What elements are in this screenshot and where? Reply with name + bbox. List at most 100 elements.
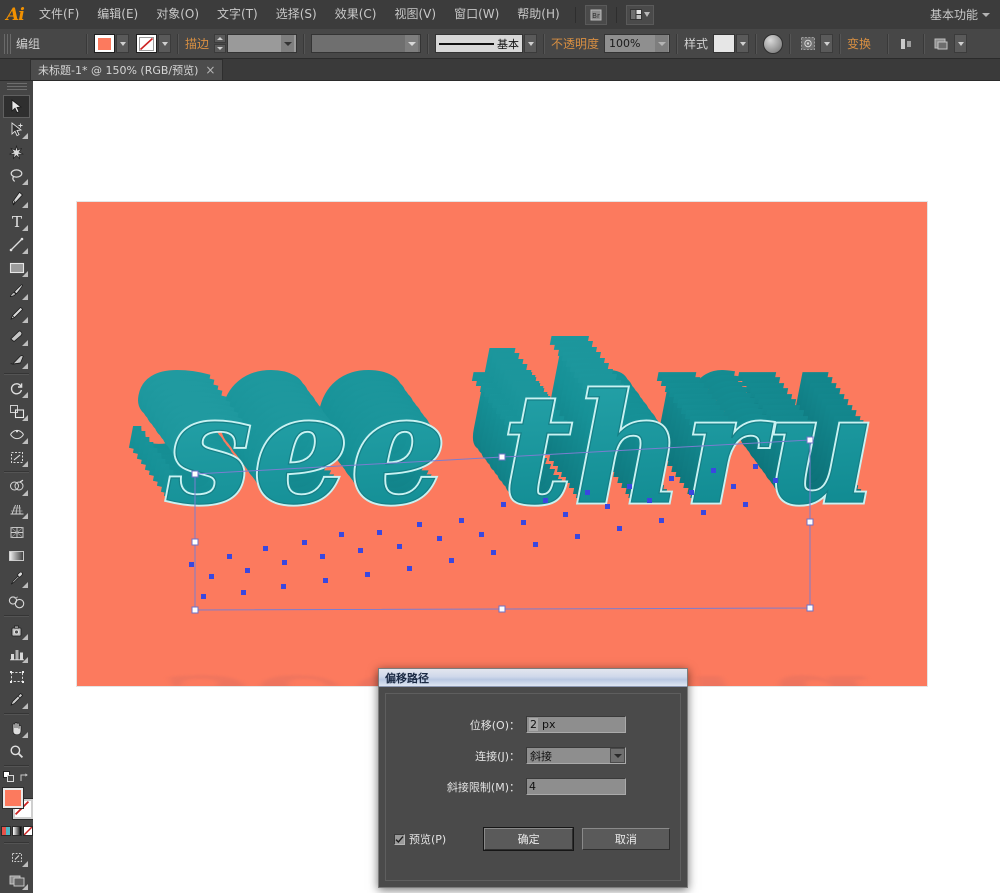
join-value: 斜接 [530,749,552,763]
width-tool[interactable] [3,423,30,446]
brush-dropdown-icon[interactable] [524,34,538,53]
control-bar-grip[interactable] [4,33,11,54]
recolor-artwork-icon[interactable] [797,33,819,54]
miter-limit-input[interactable]: 4 [526,778,626,795]
cb-divider-6 [676,33,679,54]
line-segment-tool[interactable] [3,233,30,256]
menu-object[interactable]: 对象(O) [147,0,208,29]
menu-effect[interactable]: 效果(C) [326,0,386,29]
default-fill-stroke-icon [3,771,14,782]
recolor-dropdown-icon[interactable] [820,34,834,53]
document-setup-dropdown-icon[interactable] [954,34,968,53]
eraser-tool[interactable] [3,348,30,371]
rectangle-tool[interactable] [3,256,30,279]
tools-panel-grip[interactable] [6,83,27,92]
offset-input[interactable]: 2 px [526,716,626,733]
none-swatch-icon[interactable] [22,826,33,836]
mesh-tool[interactable] [3,521,30,544]
cb-divider-5 [543,33,546,54]
direct-selection-tool[interactable] [3,118,30,141]
join-select[interactable]: 斜接 [526,747,626,764]
isolate-group-icon[interactable] [763,33,784,54]
eyedropper-tool[interactable] [3,567,30,590]
color-swatch-icon[interactable] [0,826,11,836]
opacity-dropdown-icon[interactable] [655,35,669,52]
menu-type[interactable]: 文字(T) [208,0,267,29]
style-dropdown-icon[interactable] [736,34,750,53]
miter-limit-label: 斜接限制(M)： [446,780,520,794]
stroke-label[interactable]: 描边 [185,35,209,52]
chevron-down-icon[interactable] [982,12,990,17]
illustrator-window: Ai 文件(F) 编辑(E) 对象(O) 文字(T) 选择(S) 效果(C) 视… [0,0,1000,893]
cb-divider-11 [923,33,926,54]
menu-divider-2 [615,6,617,23]
workspace-switcher[interactable]: 基本功能 [930,6,982,23]
stroke-weight-dropdown-icon[interactable] [281,35,295,52]
type-tool[interactable]: T [3,210,30,233]
document-tab[interactable]: 未标题-1* @ 150% (RGB/预览) × [30,59,224,80]
control-bar: 编组 描边 基本 不透明度 100% 样式 变换 [0,29,1000,59]
menu-help[interactable]: 帮助(H) [508,0,568,29]
pencil-tool[interactable] [3,302,30,325]
offset-path-dialog[interactable]: 偏移路径 位移(O)： 2 px 连接(J)： 斜接 斜接限制(M)： 4 预览… [378,668,688,888]
lasso-tool[interactable] [3,164,30,187]
selection-tool[interactable] [3,95,30,118]
menu-view[interactable]: 视图(V) [385,0,445,29]
align-icon[interactable] [895,33,917,54]
style-label[interactable]: 样式 [684,35,708,52]
preview-checkbox-wrap[interactable]: 预览(P) [394,831,475,847]
bridge-icon[interactable]: Br [584,4,607,25]
arrange-documents-icon[interactable] [625,4,654,25]
selection-type-label: 编组 [16,37,41,51]
stroke-color-swatch[interactable] [136,34,157,53]
artboard[interactable]: see thru see thru see thru see thru see … [77,202,927,686]
blob-brush-tool[interactable] [3,325,30,348]
free-transform-tool[interactable] [3,446,30,469]
magic-wand-tool[interactable] [3,141,30,164]
stroke-weight-input[interactable] [227,34,298,53]
shape-builder-tool[interactable] [3,475,30,498]
fill-indicator[interactable] [2,788,23,808]
brush-definition-select[interactable]: 基本 [435,34,524,53]
symbol-sprayer-tool[interactable] [3,619,30,642]
transform-label[interactable]: 变换 [847,35,871,52]
menu-edit[interactable]: 编辑(E) [88,0,147,29]
opacity-input[interactable]: 100% [604,34,671,53]
preview-checkbox[interactable] [394,833,405,845]
cancel-button[interactable]: 取消 [581,828,670,850]
menu-select[interactable]: 选择(S) [267,0,326,29]
fill-color-swatch[interactable] [94,34,115,53]
document-setup-icon[interactable] [931,33,953,54]
gradient-tool[interactable] [3,544,30,567]
join-dropdown-icon[interactable] [610,748,625,763]
hand-tool[interactable] [3,717,30,740]
gradient-swatch-icon[interactable] [11,826,22,836]
opacity-label[interactable]: 不透明度 [551,35,599,52]
rotate-tool[interactable] [3,377,30,400]
pen-tool[interactable] [3,187,30,210]
scale-tool[interactable] [3,400,30,423]
opacity-value: 100% [609,37,641,50]
menu-file[interactable]: 文件(F) [30,0,88,29]
fill-dropdown-icon[interactable] [116,34,129,53]
stroke-weight-stepper[interactable] [214,34,227,53]
graphic-style-swatch[interactable] [713,34,736,53]
close-icon[interactable]: × [205,64,215,76]
color-mode-row [0,826,33,836]
paintbrush-tool[interactable] [3,279,30,302]
column-graph-tool[interactable] [3,642,30,665]
menu-window[interactable]: 窗口(W) [445,0,508,29]
cb-divider-3 [303,33,306,54]
stroke-profile-select[interactable] [311,34,422,53]
stroke-profile-dropdown-icon[interactable] [405,35,419,52]
ok-button[interactable]: 确定 [484,828,573,850]
screen-mode-icon[interactable] [3,869,30,892]
dialog-title-bar[interactable]: 偏移路径 [379,669,687,687]
zoom-tool[interactable] [3,740,30,763]
artboard-tool[interactable] [3,665,30,688]
perspective-grid-tool[interactable] [3,498,30,521]
stroke-dropdown-icon[interactable] [158,34,171,53]
drawing-mode-icon[interactable] [3,846,30,869]
blend-tool[interactable] [3,590,30,613]
slice-tool[interactable] [3,688,30,711]
